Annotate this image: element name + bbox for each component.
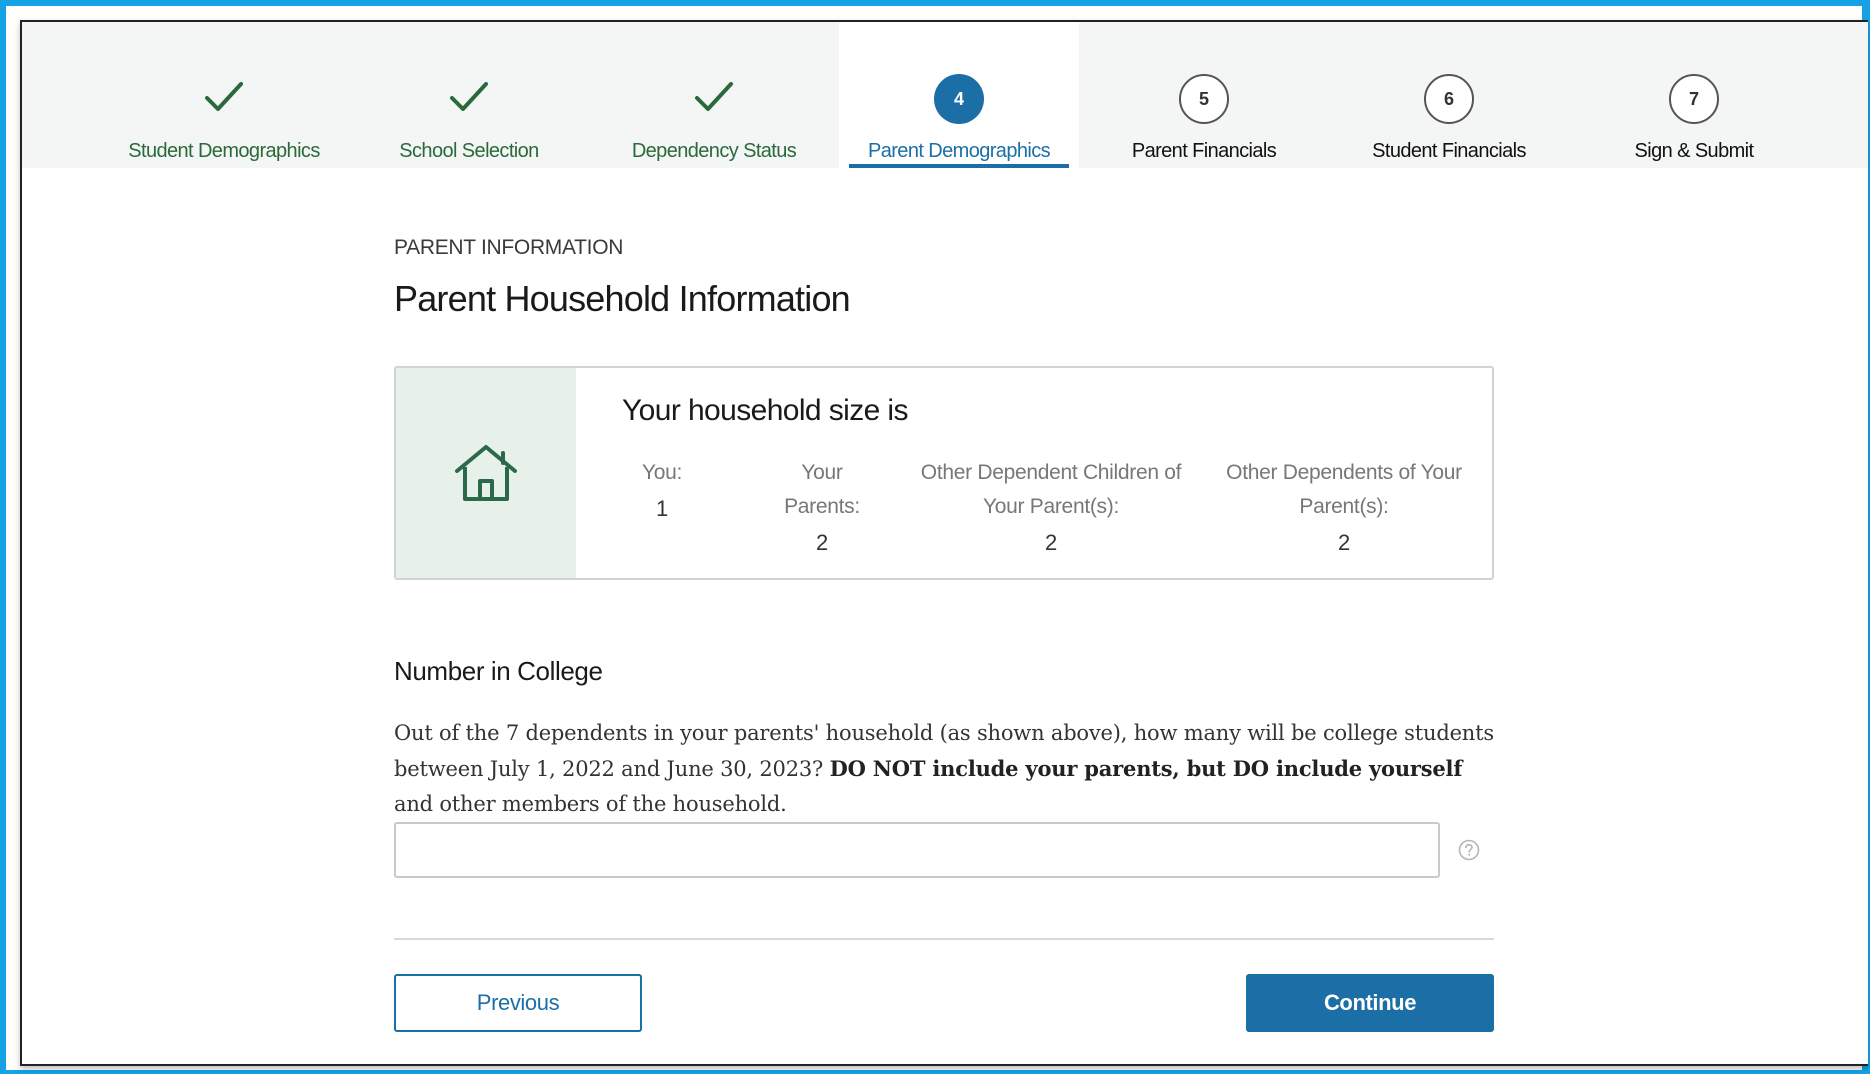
- house-icon-panel: [396, 368, 576, 578]
- step-student-financials[interactable]: 6 Student Financials: [1329, 22, 1569, 168]
- number-in-college-input[interactable]: [394, 822, 1440, 878]
- app-window: Student Demographics School Selection De…: [20, 20, 1868, 1066]
- house-icon: [455, 445, 517, 501]
- checkmark-icon: [691, 74, 737, 120]
- metric-label: Your Parents:: [784, 461, 860, 518]
- step-student-demographics[interactable]: Student Demographics: [104, 22, 344, 168]
- question-text-end: and other members of the household.: [394, 792, 787, 816]
- step-dependency-status[interactable]: Dependency Status: [594, 22, 834, 168]
- step-label: Parent Financials: [1131, 140, 1277, 162]
- step-number-badge: 5: [1179, 74, 1229, 124]
- step-school-selection[interactable]: School Selection: [349, 22, 589, 168]
- active-step-underline: [849, 164, 1069, 168]
- step-parent-demographics[interactable]: 4 Parent Demographics: [839, 22, 1079, 168]
- question-emphasis: DO NOT include your parents, but DO incl…: [829, 756, 1463, 781]
- household-size-title: Your household size is: [622, 394, 909, 427]
- step-progress-bar: Student Demographics School Selection De…: [22, 22, 1868, 168]
- checkmark-icon: [446, 74, 492, 120]
- metric-you: You: 1: [622, 456, 702, 526]
- form-divider: [394, 938, 1494, 940]
- previous-button[interactable]: Previous: [394, 974, 642, 1032]
- step-label: School Selection: [399, 140, 539, 162]
- step-label: Student Financials: [1372, 140, 1526, 162]
- metric-your-parents: Your Parents: 2: [782, 456, 862, 560]
- metric-value: 2: [1338, 530, 1350, 555]
- step-number-badge: 7: [1669, 74, 1719, 124]
- step-number-badge: 4: [934, 74, 984, 124]
- household-size-card: Your household size is You: 1 Your Paren…: [394, 366, 1494, 580]
- metric-label: You:: [641, 461, 683, 484]
- number-in-college-title: Number in College: [394, 656, 603, 686]
- metric-label: Other Dependent Children of Your Parent(…: [920, 461, 1182, 518]
- step-label: Dependency Status: [631, 140, 797, 162]
- screenshot-frame: Student Demographics School Selection De…: [0, 0, 1870, 1074]
- section-eyebrow: PARENT INFORMATION: [394, 236, 624, 259]
- metric-value: 2: [816, 530, 828, 555]
- continue-button[interactable]: Continue: [1246, 974, 1494, 1032]
- metric-value: 2: [1045, 530, 1057, 555]
- step-label: Student Demographics: [128, 140, 320, 162]
- question-circle-icon[interactable]: [1458, 839, 1480, 861]
- step-label: Sign & Submit: [1634, 140, 1755, 162]
- step-number-badge: 6: [1424, 74, 1474, 124]
- step-sign-submit[interactable]: 7 Sign & Submit: [1574, 22, 1814, 168]
- metric-other-dependents: Other Dependents of Your Parent(s): 2: [1222, 456, 1466, 560]
- checkmark-icon: [201, 74, 247, 120]
- number-in-college-question: Out of the 7 dependents in your parents'…: [394, 716, 1504, 822]
- step-label: Parent Demographics: [867, 140, 1051, 162]
- page-title: Parent Household Information: [394, 278, 851, 319]
- step-parent-financials[interactable]: 5 Parent Financials: [1084, 22, 1324, 168]
- metric-other-dependent-children: Other Dependent Children of Your Parent(…: [918, 456, 1184, 560]
- metric-value: 1: [656, 496, 668, 521]
- metric-label: Other Dependents of Your Parent(s):: [1226, 461, 1462, 518]
